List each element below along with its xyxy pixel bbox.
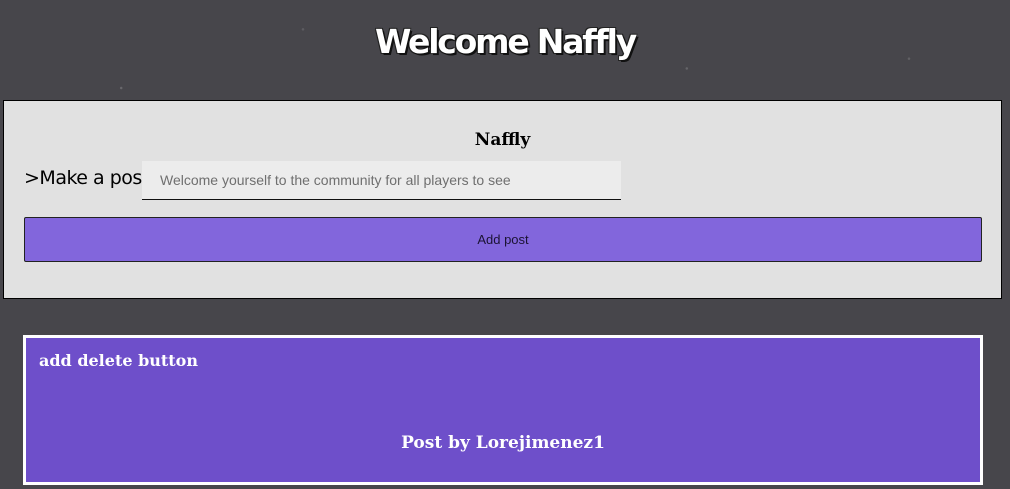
post-author: Post by Lorejimenez1: [401, 433, 605, 453]
post-input[interactable]: [142, 161, 621, 200]
page-title: Welcome Naffly: [374, 22, 637, 61]
post-card: add delete button Post by Lorejimenez1: [23, 335, 983, 485]
composer-username: Naffly: [474, 130, 531, 150]
post-composer: Naffly >Make a post Add post: [3, 100, 1002, 299]
post-text: add delete button: [39, 351, 198, 370]
add-post-button[interactable]: Add post: [24, 217, 982, 262]
make-post-label: >Make a post: [24, 167, 149, 189]
